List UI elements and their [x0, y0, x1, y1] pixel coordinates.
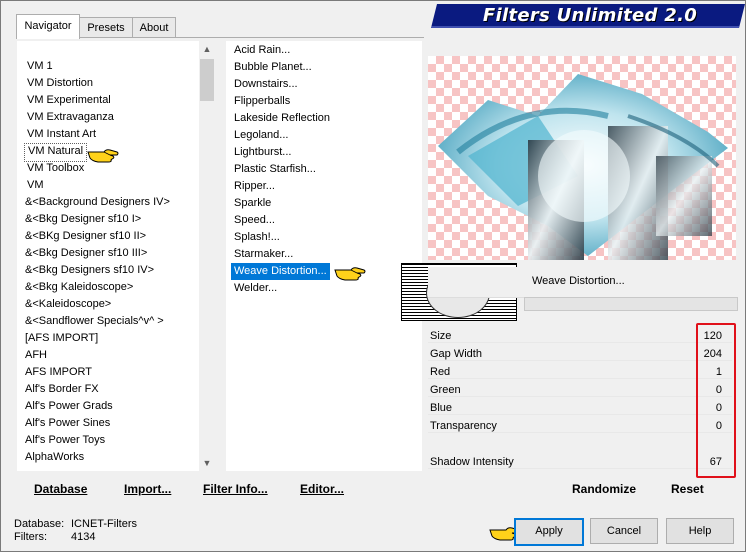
- filter-item[interactable]: Bubble Planet...: [231, 59, 315, 76]
- param-label: Green: [430, 384, 461, 396]
- param-label: Size: [430, 330, 452, 342]
- filter-item[interactable]: Weave Distortion...: [231, 263, 330, 280]
- filter-item[interactable]: Plastic Starfish...: [231, 161, 319, 178]
- category-item[interactable]: &<Bkg Designer sf10 III>: [22, 245, 150, 262]
- param-slider-track[interactable]: [428, 378, 732, 379]
- category-item[interactable]: &<Sandflower Specials^v^ >: [22, 313, 167, 330]
- filter-item[interactable]: Legoland...: [231, 127, 291, 144]
- filter-item[interactable]: Acid Rain...: [231, 42, 293, 59]
- category-list[interactable]: VM 1 VM Distortion VM Experimental VM Extra…: [17, 41, 215, 471]
- category-item[interactable]: VM Toolbox: [24, 160, 87, 177]
- filters-label: Filters:: [14, 531, 47, 543]
- category-item[interactable]: &<Bkg Designer sf10 I>: [22, 211, 144, 228]
- param-label: Shadow Intensity: [430, 456, 514, 468]
- param-slider-track[interactable]: [428, 342, 732, 343]
- param-label: Gap Width: [430, 348, 482, 360]
- category-item[interactable]: VM Instant Art: [24, 126, 99, 143]
- filter-info-button[interactable]: Filter Info...: [203, 482, 268, 496]
- parameter-panel: Size 120 Gap Width 204 Red 1 Green 0 Blue 0 Transp…: [428, 328, 736, 474]
- category-item[interactable]: Alf's Power Toys: [22, 432, 108, 449]
- pointing-hand-icon: [87, 149, 119, 163]
- filter-item[interactable]: Ripper...: [231, 178, 278, 195]
- cancel-button[interactable]: Cancel: [590, 518, 658, 544]
- filter-item[interactable]: Starmaker...: [231, 246, 296, 263]
- filter-item[interactable]: Speed...: [231, 212, 278, 229]
- pointing-hand-icon: [334, 267, 366, 281]
- category-item[interactable]: Alf's Power Grads: [22, 398, 116, 415]
- category-item[interactable]: Alf's Border FX: [22, 381, 102, 398]
- filter-item[interactable]: Lightburst...: [231, 144, 294, 161]
- category-item[interactable]: Alf's Power Sines: [22, 415, 113, 432]
- param-label: Red: [430, 366, 451, 378]
- category-item[interactable]: &<Kaleidoscope>: [22, 296, 114, 313]
- param-row[interactable]: Red 1: [428, 364, 732, 382]
- param-row[interactable]: Green 0: [428, 382, 732, 400]
- reset-button[interactable]: Reset: [671, 482, 704, 496]
- param-slider-track[interactable]: [428, 396, 732, 397]
- filter-item[interactable]: Sparkle: [231, 195, 274, 212]
- tab-navigator[interactable]: Navigator: [16, 14, 80, 39]
- filter-item[interactable]: Splash!...: [231, 229, 283, 246]
- help-button[interactable]: Help: [666, 518, 734, 544]
- left-toolbar: Database Import... Filter Info... Editor…: [17, 476, 422, 502]
- category-item[interactable]: AlphaWorks: [22, 449, 87, 466]
- category-item[interactable]: AFS IMPORT: [22, 364, 95, 381]
- category-item[interactable]: VM Experimental: [24, 92, 114, 109]
- param-label: Blue: [430, 402, 453, 414]
- scroll-down-icon[interactable]: ▼: [199, 455, 215, 471]
- param-row[interactable]: Shadow Intensity 67: [428, 454, 732, 472]
- param-slider-track[interactable]: [428, 468, 732, 469]
- param-slider-track[interactable]: [428, 414, 732, 415]
- category-item[interactable]: VM: [24, 177, 47, 194]
- category-scrollbar[interactable]: ▲ ▼: [199, 41, 215, 471]
- current-filter-name: Weave Distortion...: [532, 275, 625, 287]
- filter-progress-bar: [524, 297, 738, 311]
- scroll-up-icon[interactable]: ▲: [199, 41, 215, 57]
- database-value: ICNET-Filters: [71, 518, 137, 530]
- app-title: Filters Unlimited 2.0: [482, 5, 698, 26]
- tab-about[interactable]: About: [132, 17, 176, 38]
- category-item[interactable]: VM Extravaganza: [24, 109, 117, 126]
- category-item[interactable]: &<Bkg Designers sf10 IV>: [22, 262, 157, 279]
- apply-button[interactable]: Apply: [514, 518, 584, 546]
- param-row[interactable]: Blue 0: [428, 400, 732, 418]
- scroll-thumb[interactable]: [200, 59, 214, 101]
- filter-item[interactable]: Flipperballs: [231, 93, 293, 110]
- randomize-button[interactable]: Randomize: [572, 482, 636, 496]
- param-slider-track[interactable]: [428, 432, 732, 433]
- filter-name-panel: Weave Distortion...: [428, 267, 736, 298]
- category-item[interactable]: &<Background Designers IV>: [22, 194, 173, 211]
- category-item[interactable]: AFH: [22, 347, 50, 364]
- category-item[interactable]: &<Bkg Kaleidoscope>: [22, 279, 136, 296]
- filter-item[interactable]: Lakeside Reflection: [231, 110, 333, 127]
- tab-presets[interactable]: Presets: [79, 17, 133, 38]
- import-button[interactable]: Import...: [124, 482, 171, 496]
- filter-list[interactable]: Acid Rain... Bubble Planet... Downstairs..…: [226, 41, 422, 471]
- highlight-box: [696, 323, 736, 478]
- database-button[interactable]: Database: [34, 482, 87, 496]
- preview-image: [428, 56, 736, 260]
- param-row[interactable]: Gap Width 204: [428, 346, 732, 364]
- database-label: Database:: [14, 518, 65, 530]
- category-item[interactable]: &<BKg Designer sf10 II>: [22, 228, 149, 245]
- filter-item[interactable]: Downstairs...: [231, 76, 301, 93]
- param-row[interactable]: Transparency 0: [428, 418, 732, 436]
- param-row[interactable]: Size 120: [428, 328, 732, 346]
- param-slider-track[interactable]: [428, 360, 732, 361]
- param-label: Transparency: [430, 420, 497, 432]
- editor-button[interactable]: Editor...: [300, 482, 344, 496]
- filter-item[interactable]: Welder...: [231, 280, 280, 297]
- category-item[interactable]: VM 1: [24, 58, 56, 75]
- filters-count: 4134: [71, 531, 96, 543]
- category-item[interactable]: [AFS IMPORT]: [22, 330, 101, 347]
- category-item[interactable]: VM Distortion: [24, 75, 96, 92]
